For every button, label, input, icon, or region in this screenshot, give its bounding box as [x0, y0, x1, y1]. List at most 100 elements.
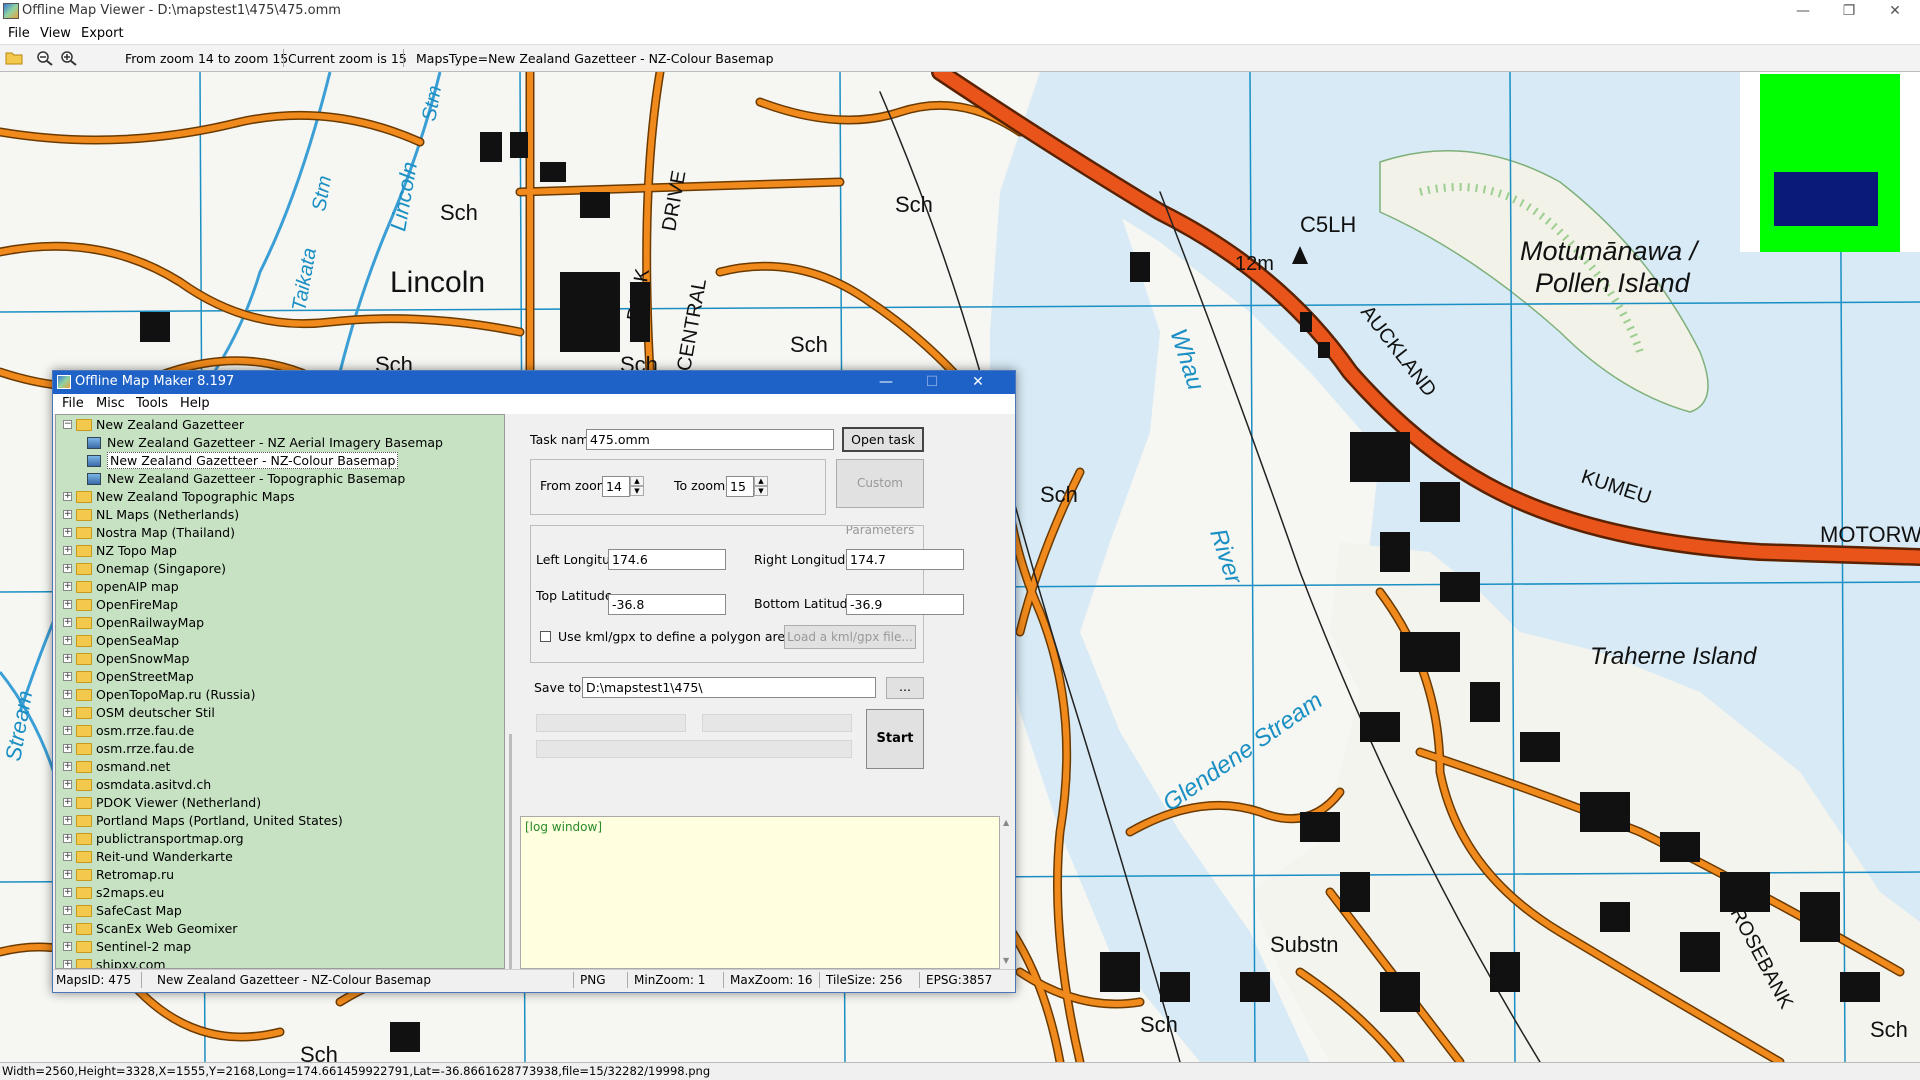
tree-item[interactable]: + Onemap (Singapore) — [56, 560, 504, 578]
tree-item[interactable]: + NZ Topo Map — [56, 542, 504, 560]
tree-item[interactable]: + OpenStreetMap — [56, 668, 504, 686]
to-zoom-input[interactable]: 15 — [726, 476, 754, 497]
tree-scroll-thumb[interactable] — [509, 734, 512, 969]
expand-icon[interactable]: + — [63, 510, 72, 519]
save-to-input[interactable]: D:\mapstest1\475\ — [582, 677, 876, 698]
expand-icon[interactable]: + — [63, 654, 72, 663]
close-button[interactable]: ✕ — [1872, 0, 1918, 24]
browse-button[interactable]: ... — [886, 677, 924, 699]
tree-item-child[interactable]: New Zealand Gazetteer - Topographic Base… — [56, 470, 504, 488]
collapse-icon[interactable]: − — [63, 420, 72, 429]
expand-icon[interactable]: + — [63, 906, 72, 915]
start-button[interactable]: Start — [866, 709, 924, 769]
tree-item[interactable]: + osm.rrze.fau.de — [56, 722, 504, 740]
expand-icon[interactable]: + — [63, 762, 72, 771]
expand-icon[interactable]: + — [63, 816, 72, 825]
expand-icon[interactable]: + — [63, 672, 72, 681]
kml-checkbox[interactable] — [540, 631, 551, 642]
tree-item[interactable]: + ScanEx Web Geomixer — [56, 920, 504, 938]
from-zoom-input[interactable]: 14 — [602, 476, 630, 497]
tree-item[interactable]: + Portland Maps (Portland, United States) — [56, 812, 504, 830]
tree-item[interactable]: + osmdata.asitvd.ch — [56, 776, 504, 794]
minimize-button[interactable]: — — [1780, 0, 1826, 24]
open-folder-icon[interactable] — [5, 50, 23, 66]
tree-item[interactable]: + PDOK Viewer (Netherland) — [56, 794, 504, 812]
scroll-up-icon[interactable]: ▲ — [1003, 818, 1009, 827]
tree-item[interactable]: + OSM deutscher Stil — [56, 704, 504, 722]
expand-icon[interactable]: + — [63, 690, 72, 699]
log-scrollbar[interactable]: ▲ ▼ — [1000, 816, 1015, 969]
dialog-maximize-button[interactable]: ☐ — [909, 371, 955, 394]
tree-item-child[interactable]: New Zealand Gazetteer - NZ-Colour Basema… — [56, 452, 504, 470]
minimap[interactable] — [1740, 72, 1920, 252]
tree-item-root[interactable]: − New Zealand Gazetteer — [56, 416, 504, 434]
dialog-menu-file[interactable]: File — [59, 396, 87, 411]
map-source-tree[interactable]: − New Zealand Gazetteer New Zealand Gazett… — [55, 414, 505, 969]
zoom-in-icon[interactable] — [60, 50, 78, 66]
log-window[interactable]: [log window] — [520, 816, 1000, 969]
tree-item[interactable]: + OpenRailwayMap — [56, 614, 504, 632]
top-latitude-input[interactable]: -36.8 — [608, 594, 726, 615]
expand-icon[interactable]: + — [63, 780, 72, 789]
expand-icon[interactable]: + — [63, 528, 72, 537]
tree-item[interactable]: + New Zealand Topographic Maps — [56, 488, 504, 506]
to-zoom-spinner[interactable]: ▲ ▼ — [754, 476, 768, 497]
expand-icon[interactable]: + — [63, 582, 72, 591]
tree-item[interactable]: + shipxy.com — [56, 956, 504, 968]
maximize-button[interactable]: ❐ — [1826, 0, 1872, 24]
tree-item[interactable]: + OpenTopoMap.ru (Russia) — [56, 686, 504, 704]
expand-icon[interactable]: + — [63, 942, 72, 951]
custom-parameters-button[interactable]: Custom Parameters — [836, 459, 924, 537]
right-longitude-input[interactable]: 174.7 — [846, 549, 964, 570]
expand-icon[interactable]: + — [63, 888, 72, 897]
tree-item[interactable]: + Retromap.ru — [56, 866, 504, 884]
load-kml-button[interactable]: Load a kml/gpx file... — [784, 625, 916, 649]
expand-icon[interactable]: + — [63, 618, 72, 627]
expand-icon[interactable]: + — [63, 564, 72, 573]
tree-item-child[interactable]: New Zealand Gazetteer - NZ Aerial Imager… — [56, 434, 504, 452]
expand-icon[interactable]: + — [63, 600, 72, 609]
left-longitude-input[interactable]: 174.6 — [608, 549, 726, 570]
tree-item[interactable]: + Reit-und Wanderkarte — [56, 848, 504, 866]
zoom-out-icon[interactable] — [36, 50, 54, 66]
tree-item[interactable]: + openAIP map — [56, 578, 504, 596]
expand-icon[interactable]: + — [63, 744, 72, 753]
tree-item[interactable]: + SafeCast Map — [56, 902, 504, 920]
expand-icon[interactable]: + — [63, 726, 72, 735]
scroll-down-icon[interactable]: ▼ — [1003, 956, 1009, 965]
minimap-viewport[interactable] — [1774, 172, 1878, 226]
tree-item[interactable]: + osmand.net — [56, 758, 504, 776]
tree-item[interactable]: + publictransportmap.org — [56, 830, 504, 848]
dialog-menu-tools[interactable]: Tools — [133, 396, 171, 411]
tree-item[interactable]: + OpenSeaMap — [56, 632, 504, 650]
task-name-input[interactable]: 475.omm — [586, 429, 834, 450]
expand-icon[interactable]: + — [63, 960, 72, 968]
expand-icon[interactable]: + — [63, 870, 72, 879]
menu-view[interactable]: View — [37, 26, 74, 41]
tree-item[interactable]: + OpenSnowMap — [56, 650, 504, 668]
tree-item[interactable]: + s2maps.eu — [56, 884, 504, 902]
expand-icon[interactable]: + — [63, 852, 72, 861]
menu-export[interactable]: Export — [78, 26, 127, 41]
open-task-button[interactable]: Open task ... — [842, 427, 924, 468]
expand-icon[interactable]: + — [63, 636, 72, 645]
tree-item[interactable]: + Sentinel-2 map — [56, 938, 504, 956]
dialog-menu-misc[interactable]: Misc — [93, 396, 128, 411]
expand-icon[interactable]: + — [63, 546, 72, 555]
tree-item[interactable]: + osm.rrze.fau.de — [56, 740, 504, 758]
expand-icon[interactable]: + — [63, 492, 72, 501]
expand-icon[interactable]: + — [63, 834, 72, 843]
tree-item[interactable]: + OpenFireMap — [56, 596, 504, 614]
dialog-menu-help[interactable]: Help — [177, 396, 213, 411]
bottom-latitude-input[interactable]: -36.9 — [846, 594, 964, 615]
menu-file[interactable]: File — [5, 26, 33, 41]
dialog-close-button[interactable]: ✕ — [955, 371, 1001, 394]
tree-item[interactable]: + NL Maps (Netherlands) — [56, 506, 504, 524]
from-zoom-spinner[interactable]: ▲ ▼ — [630, 476, 644, 497]
expand-icon[interactable]: + — [63, 708, 72, 717]
dialog-minimize-button[interactable]: — — [863, 371, 909, 394]
expand-icon[interactable]: + — [63, 924, 72, 933]
tree-item[interactable]: + Nostra Map (Thailand) — [56, 524, 504, 542]
tree-scrollbar[interactable] — [505, 414, 520, 969]
expand-icon[interactable]: + — [63, 798, 72, 807]
